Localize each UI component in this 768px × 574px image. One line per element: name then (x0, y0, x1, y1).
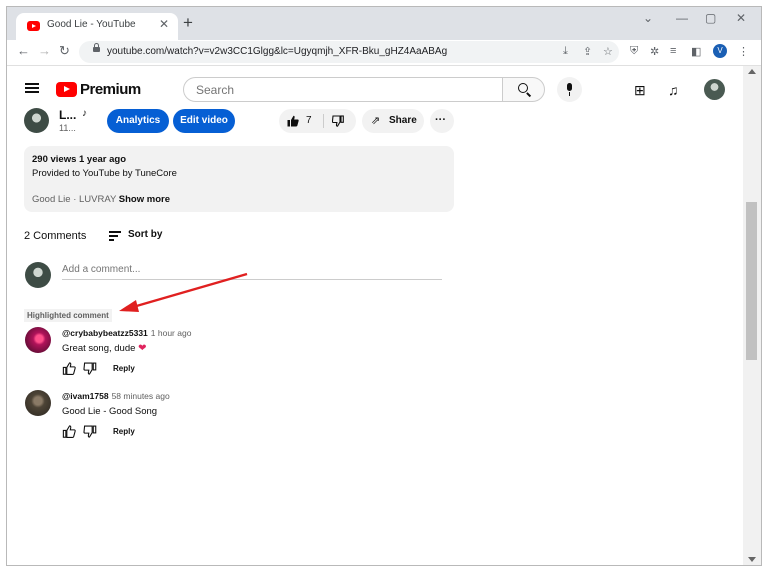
channel-subscribers: 11... (59, 123, 76, 133)
youtube-favicon-icon (27, 21, 40, 31)
like-thumb-icon[interactable] (287, 115, 299, 127)
browser-toolbar: ← → ↻ youtube.com/watch?v=v2w3CC1Glgg&lc… (7, 40, 761, 66)
minimize-button[interactable]: — (676, 11, 688, 25)
share-page-icon[interactable]: ⇪ (583, 45, 592, 58)
extensions-puzzle-icon[interactable]: ✲ (650, 45, 659, 58)
comment-like-icon[interactable] (62, 362, 76, 375)
channel-avatar[interactable] (24, 108, 49, 133)
voice-search-button[interactable] (557, 77, 582, 102)
lock-icon (93, 43, 100, 52)
scroll-down-arrow-icon[interactable] (748, 557, 756, 562)
show-more-link[interactable]: Show more (119, 194, 170, 205)
url-text: youtube.com/watch?v=v2w3CC1Glgg&lc=Ugyqm… (107, 46, 448, 57)
commenter-avatar (25, 262, 51, 288)
comment-time[interactable]: 58 minutes ago (112, 391, 170, 401)
dislike-thumb-icon[interactable] (332, 115, 344, 127)
comment-text: Great song, dude ❤ (62, 343, 146, 354)
comment-text-body: Great song, dude (62, 343, 139, 354)
restore-button[interactable]: ▢ (705, 11, 716, 25)
scroll-up-arrow-icon[interactable] (748, 69, 756, 74)
comment-author[interactable]: @ivam1758 58 minutes ago (62, 391, 170, 401)
search-box (183, 77, 503, 102)
share-arrow-icon: ⇗ (371, 115, 381, 127)
tab-youtube[interactable]: Good Lie - YouTube ✕ (16, 13, 178, 40)
search-button[interactable] (502, 77, 545, 102)
search-icon (518, 83, 528, 93)
scroll-thumb[interactable] (746, 202, 757, 360)
side-panel-icon[interactable]: ◧ (691, 45, 701, 58)
address-bar[interactable]: youtube.com/watch?v=v2w3CC1Glgg&lc=Ugyqm… (79, 41, 619, 63)
account-avatar[interactable] (704, 79, 725, 100)
comment-like-icon[interactable] (62, 425, 76, 438)
tab-search-icon[interactable]: ⌄ (643, 11, 653, 25)
highlighted-comment-badge: Highlighted comment (24, 309, 112, 322)
like-dislike-group: 7 (279, 109, 356, 133)
comment-dislike-icon[interactable] (83, 425, 97, 438)
install-app-icon[interactable]: ⤓ (563, 45, 568, 58)
comments-count: 2 Comments (24, 230, 87, 242)
more-actions-button[interactable]: ··· (430, 109, 454, 133)
media-queue-icon[interactable]: ≡ (670, 45, 676, 57)
music-note-icon: ♪ (82, 108, 87, 119)
new-tab-button[interactable]: + (183, 14, 193, 31)
youtube-page: Premium ⊞ ♫ L... ♪ 11... Analytics Edit … (7, 66, 743, 565)
browser-window: Good Lie - YouTube ✕ + ⌄ — ▢ ✕ ← → ↻ you… (6, 6, 762, 566)
browser-profile-avatar[interactable]: V (713, 44, 727, 58)
page-scrollbar[interactable] (743, 66, 761, 565)
tab-strip: Good Lie - YouTube ✕ + ⌄ — ▢ ✕ (7, 7, 761, 40)
heart-icon: ❤ (138, 343, 147, 354)
description-line-2: Good Lie · LUVRAY Show more (32, 194, 170, 205)
search-input[interactable] (196, 83, 486, 97)
annotation-red-arrow (119, 272, 248, 312)
back-arrow-icon[interactable]: ← (17, 43, 30, 58)
analytics-button[interactable]: Analytics (107, 109, 169, 133)
youtube-logo-icon[interactable] (56, 82, 77, 97)
create-video-icon[interactable]: ⊞ (634, 82, 646, 99)
share-button[interactable]: ⇗ Share (362, 109, 424, 133)
comment-author-handle[interactable]: @crybabybeatzz5331 (62, 328, 148, 338)
channel-name[interactable]: L... (59, 108, 76, 122)
close-window-button[interactable]: ✕ (736, 11, 746, 25)
youtube-premium-wordmark[interactable]: Premium (80, 81, 141, 98)
comment-author-handle[interactable]: @ivam1758 (62, 391, 109, 401)
comment-author-avatar[interactable] (25, 327, 51, 353)
edit-video-button[interactable]: Edit video (173, 109, 235, 133)
like-divider (323, 114, 324, 128)
tab-title: Good Lie - YouTube (47, 19, 136, 30)
description-box[interactable]: 290 views 1 year ago Provided to YouTube… (24, 146, 454, 212)
sort-icon[interactable] (109, 231, 121, 241)
comment-author-avatar[interactable] (25, 390, 51, 416)
comment-text: Good Lie - Good Song (62, 406, 158, 417)
notifications-bell-icon[interactable]: ♫ (668, 82, 679, 98)
description-line-2-text: Good Lie · LUVRAY (32, 194, 117, 205)
reload-icon[interactable]: ↻ (59, 43, 70, 59)
menu-hamburger-icon[interactable] (25, 83, 39, 93)
comment-dislike-icon[interactable] (83, 362, 97, 375)
browser-menu-icon[interactable]: ⋮ (738, 45, 749, 58)
bookmark-star-icon[interactable]: ☆ (603, 45, 613, 58)
description-line-1: Provided to YouTube by TuneCore (32, 168, 177, 179)
comment-time[interactable]: 1 hour ago (151, 328, 192, 338)
reply-button[interactable]: Reply (113, 427, 135, 436)
extension-shield-icon[interactable]: ⛨ (630, 45, 638, 58)
more-dots-icon: ··· (435, 114, 446, 126)
share-label: Share (389, 115, 417, 126)
comment-author[interactable]: @crybabybeatzz5331 1 hour ago (62, 328, 191, 338)
tab-close-icon[interactable]: ✕ (159, 17, 169, 31)
sort-by-button[interactable]: Sort by (128, 229, 162, 240)
view-count-date: 290 views 1 year ago (32, 154, 127, 165)
like-count: 7 (306, 115, 312, 126)
reply-button[interactable]: Reply (113, 364, 135, 373)
forward-arrow-icon[interactable]: → (38, 43, 51, 58)
